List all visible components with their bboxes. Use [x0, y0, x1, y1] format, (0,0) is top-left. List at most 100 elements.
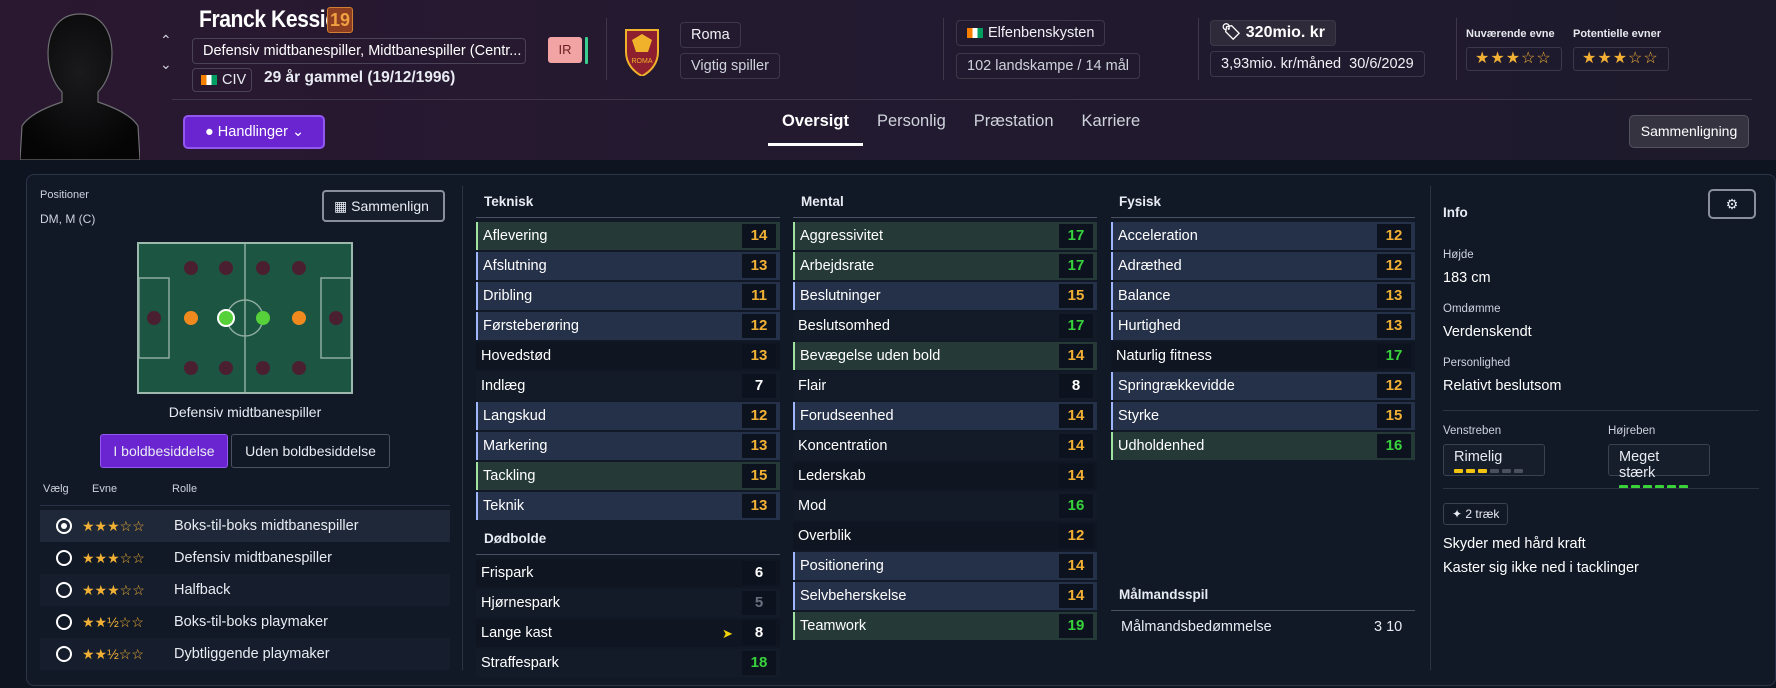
- attribute-row[interactable]: Tackling 15: [476, 462, 780, 490]
- country-name[interactable]: Elfenbenskysten: [956, 20, 1106, 46]
- role-radio[interactable]: [56, 582, 72, 598]
- attribute-row[interactable]: Forudseenhed 14: [793, 402, 1097, 430]
- potential-ability-label: Potentielle evner: [1573, 28, 1662, 40]
- attribute-row[interactable]: Indlæg 7: [476, 372, 780, 400]
- role-name: Defensiv midtbanespiller: [174, 550, 332, 566]
- role-row[interactable]: ★★★☆☆ Halfback: [40, 574, 450, 606]
- attribute-row[interactable]: Dribling 11: [476, 282, 780, 310]
- attribute-row[interactable]: Teamwork 19: [793, 612, 1097, 640]
- attribute-row[interactable]: Springrækkevidde 12: [1111, 372, 1415, 400]
- attribute-row[interactable]: Udholdenhed 16: [1111, 432, 1415, 460]
- attribute-value: 6: [742, 561, 776, 585]
- column-divider: [462, 186, 463, 670]
- attribute-row[interactable]: Acceleration 12: [1111, 222, 1415, 250]
- attribute-name: Teamwork: [800, 618, 867, 634]
- club-crest-icon[interactable]: ROMA: [622, 26, 662, 76]
- goalkeeping-title: Målmandsspil: [1119, 587, 1209, 602]
- attribute-name: Overblik: [798, 528, 852, 544]
- attribute-row[interactable]: Hurtighed 13: [1111, 312, 1415, 340]
- attribute-row[interactable]: Lederskab 14: [793, 462, 1097, 490]
- wage: 3,93mio. kr/måned: [1221, 56, 1342, 72]
- role-radio[interactable]: [56, 518, 72, 534]
- country-label: Elfenbenskysten: [988, 25, 1095, 41]
- attribute-value: 12: [1377, 374, 1411, 398]
- attribute-row[interactable]: Afslutning 13: [476, 252, 780, 280]
- attribute-name: Markering: [483, 438, 548, 454]
- injury-badge[interactable]: IR: [548, 37, 582, 63]
- info-divider: [1443, 410, 1759, 411]
- attribute-row[interactable]: Positionering 14: [793, 552, 1097, 580]
- attribute-name: Aflevering: [483, 228, 548, 244]
- attribute-row[interactable]: Balance 13: [1111, 282, 1415, 310]
- tab-personal[interactable]: Personlig: [863, 108, 960, 146]
- attribute-row[interactable]: Styrke 15: [1111, 402, 1415, 430]
- traits-badge[interactable]: ✦ 2 træk: [1443, 503, 1509, 525]
- attribute-row[interactable]: Lange kast 8: [476, 619, 780, 647]
- tab-performance[interactable]: Præstation: [960, 108, 1068, 146]
- personality-label: Personlighed: [1443, 357, 1511, 369]
- player-age: 29 år gammel (19/12/1996): [264, 69, 456, 86]
- attribute-row[interactable]: Arbejdsrate 17: [793, 252, 1097, 280]
- nationality-badge: CIV: [192, 68, 252, 92]
- tab-career[interactable]: Karriere: [1068, 108, 1155, 146]
- role-stars: ★★½☆☆: [82, 645, 144, 662]
- attribute-row[interactable]: Flair 8: [793, 372, 1097, 400]
- role-radio[interactable]: [56, 614, 72, 630]
- attribute-row[interactable]: Mod 16: [793, 492, 1097, 520]
- attribute-value: 14: [1059, 404, 1093, 428]
- out-of-possession-toggle[interactable]: Uden boldbesiddelse: [231, 434, 390, 468]
- role-row[interactable]: ★★★☆☆ Boks-til-boks midtbanespiller: [40, 510, 450, 542]
- attribute-value: 14: [1059, 434, 1093, 458]
- comparison-button[interactable]: Sammenligning: [1629, 115, 1749, 148]
- compare-positions-button[interactable]: ▦ Sammenlign: [322, 190, 445, 222]
- in-possession-toggle[interactable]: I boldbesiddelse: [100, 434, 228, 468]
- attribute-row[interactable]: Aggressivitet 17: [793, 222, 1097, 250]
- trait-item: Skyder med hård kraft: [1443, 536, 1586, 552]
- actions-button[interactable]: ● Handlinger ⌄: [183, 115, 325, 149]
- attribute-row[interactable]: Beslutsomhed 17: [793, 312, 1097, 340]
- attribute-row[interactable]: Førsteberøring 12: [476, 312, 780, 340]
- attribute-row[interactable]: Overblik 12: [793, 522, 1097, 550]
- attribute-row[interactable]: Aflevering 14: [476, 222, 780, 250]
- role-stars: ★★★☆☆: [82, 581, 145, 598]
- club-name[interactable]: Roma: [680, 22, 741, 48]
- attribute-name: Aggressivitet: [800, 228, 884, 244]
- goalkeeping-rule: [1111, 610, 1415, 611]
- roles-divider: [40, 505, 450, 506]
- role-row[interactable]: ★★½☆☆ Boks-til-boks playmaker: [40, 606, 450, 638]
- reputation-value: Verdenskendt: [1443, 324, 1532, 340]
- role-radio[interactable]: [56, 550, 72, 566]
- attribute-value: 12: [1377, 254, 1411, 278]
- pitch-position-label: Defensiv midtbanespiller: [168, 404, 322, 420]
- attribute-row[interactable]: Naturlig fitness 17: [1111, 342, 1415, 370]
- attribute-row[interactable]: Straffespark 18: [476, 649, 780, 677]
- attribute-row[interactable]: Selvbeherskelse 14: [793, 582, 1097, 610]
- player-nav-arrows[interactable]: ⌃ ⌄: [160, 28, 172, 76]
- scout-report-icon[interactable]: ⚙: [1708, 189, 1756, 219]
- nationality-code: CIV: [222, 72, 247, 88]
- traits-count: 2 træk: [1465, 507, 1500, 521]
- attribute-name: Springrækkevidde: [1118, 378, 1235, 394]
- attribute-row[interactable]: Adræthed 12: [1111, 252, 1415, 280]
- role-row[interactable]: ★★½☆☆ Dybtliggende playmaker: [40, 638, 450, 670]
- role-row[interactable]: ★★★☆☆ Defensiv midtbanespiller: [40, 542, 450, 574]
- attribute-value: 18: [742, 651, 776, 675]
- squad-number-badge: 19: [327, 7, 353, 33]
- attribute-row[interactable]: Koncentration 14: [793, 432, 1097, 460]
- player-positions: Defensiv midtbanespiller, Midtbanespille…: [192, 38, 526, 64]
- tab-overview[interactable]: Oversigt: [768, 108, 863, 146]
- role-radio[interactable]: [56, 646, 72, 662]
- attribute-name: Lange kast: [481, 625, 552, 641]
- attribute-row[interactable]: Markering 13: [476, 432, 780, 460]
- attribute-row[interactable]: Hjørnespark 5: [476, 589, 780, 617]
- attribute-row[interactable]: Beslutninger 15: [793, 282, 1097, 310]
- position-dot: [219, 361, 233, 375]
- attribute-row[interactable]: Hovedstød 13: [476, 342, 780, 370]
- attribute-row[interactable]: Teknik 13: [476, 492, 780, 520]
- attribute-row[interactable]: Bevægelse uden bold 14: [793, 342, 1097, 370]
- attribute-value: 8: [742, 621, 776, 645]
- attribute-row[interactable]: Langskud 12: [476, 402, 780, 430]
- attribute-name: Afslutning: [483, 258, 547, 274]
- attribute-row[interactable]: Frispark 6: [476, 559, 780, 587]
- attribute-name: Indlæg: [481, 378, 526, 394]
